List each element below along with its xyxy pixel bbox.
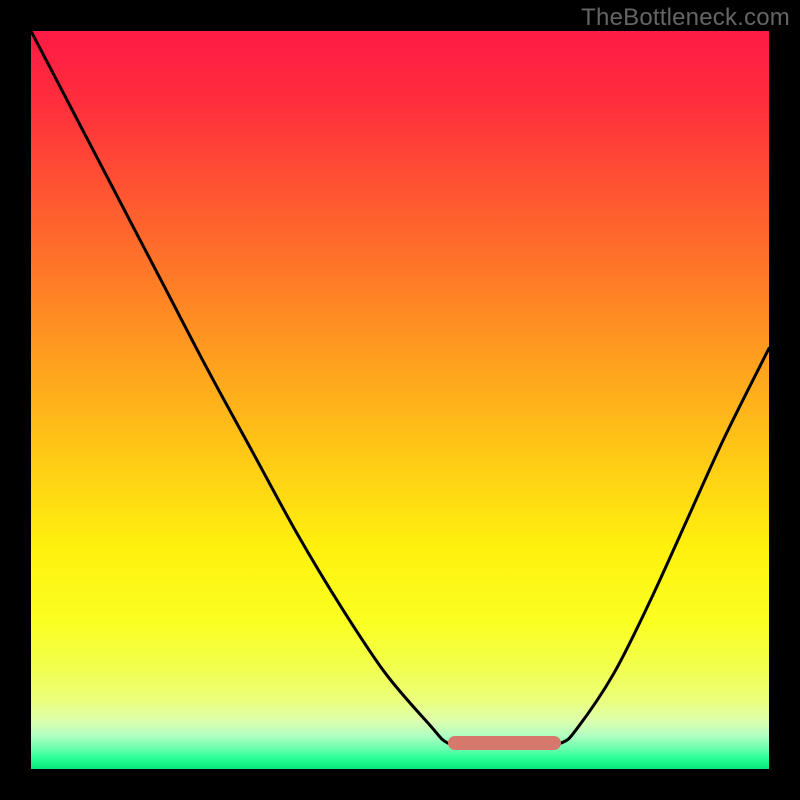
- chart-frame: TheBottleneck.com: [0, 0, 800, 800]
- watermark-text: TheBottleneck.com: [581, 4, 790, 32]
- flat-segment-marker: [448, 736, 561, 750]
- bottleneck-curve: [31, 31, 769, 747]
- plot-area: [31, 31, 769, 769]
- curve-layer: [31, 31, 769, 769]
